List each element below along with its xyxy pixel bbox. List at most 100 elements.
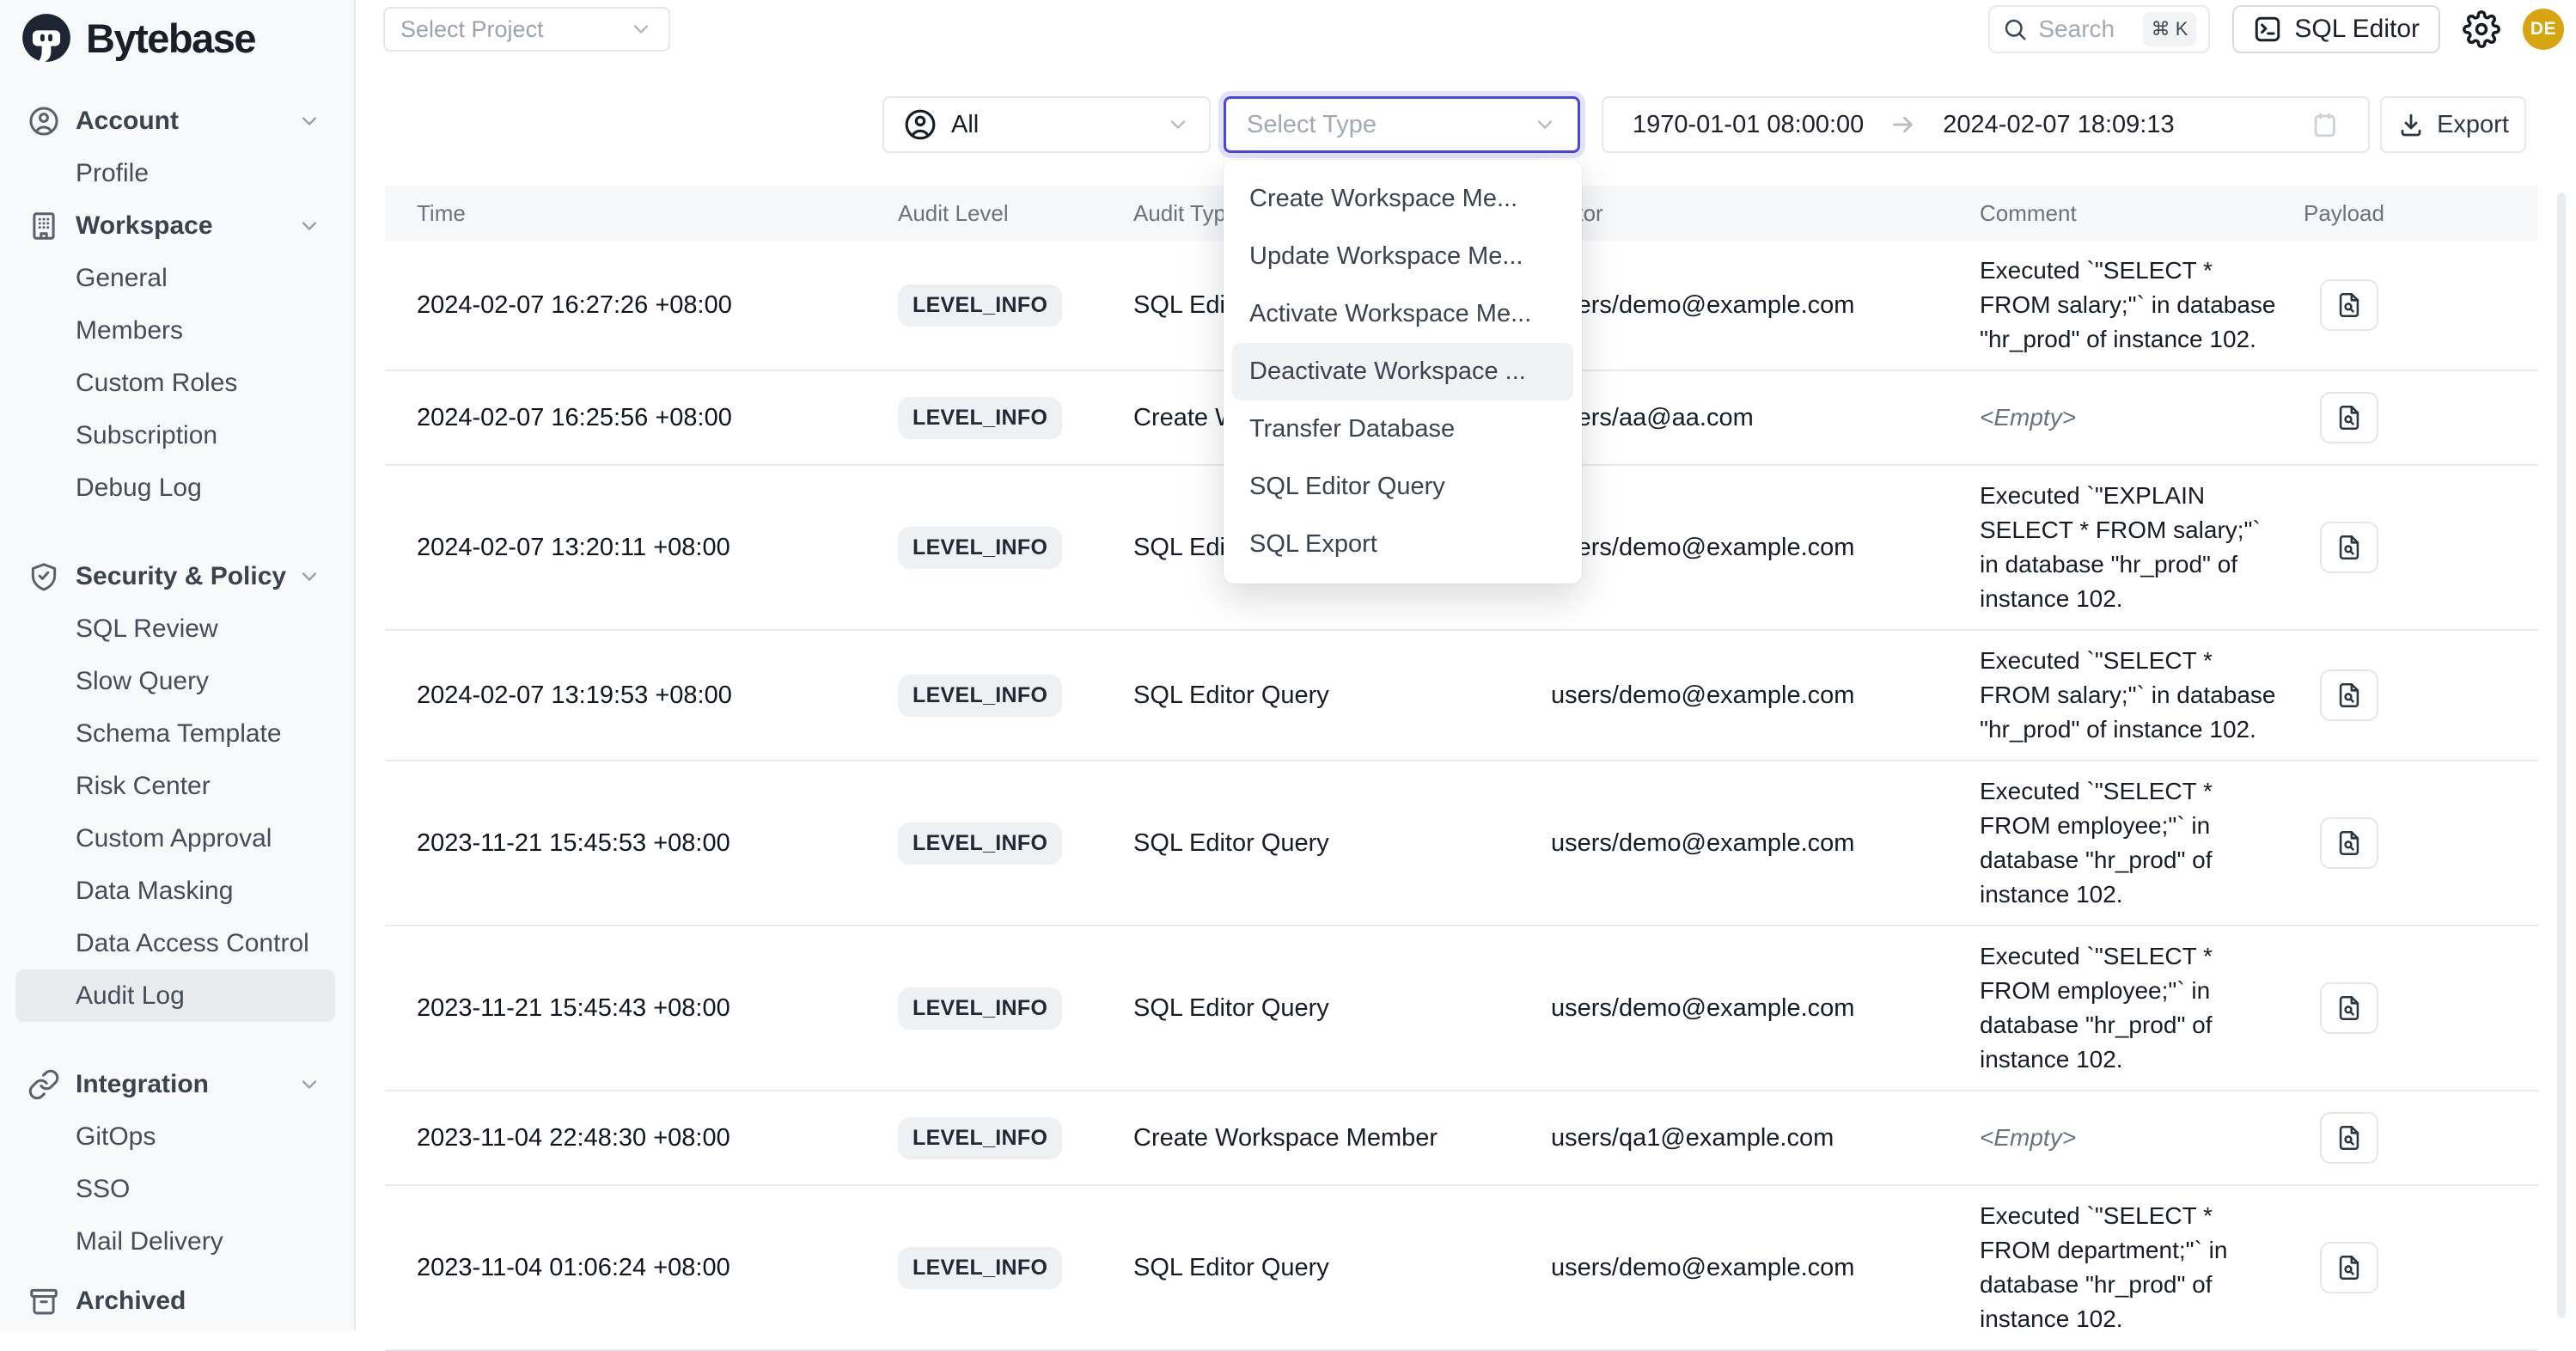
cell-comment: Executed `"SELECT * FROM employee;"` in … — [1980, 939, 2276, 1077]
column-header-actor: Actor — [1551, 200, 1980, 227]
shield-check-icon — [27, 560, 60, 593]
sidebar-item-sso[interactable]: SSO — [15, 1163, 335, 1215]
sidebar-item-label: Schema Template — [76, 719, 282, 749]
user-circle-icon — [27, 105, 60, 138]
cell-time: 2023-11-21 15:45:53 +08:00 — [385, 829, 898, 858]
column-header-comment: Comment — [1980, 200, 2304, 227]
export-label: Export — [2437, 111, 2509, 139]
sidebar-item-label: Mail Delivery — [76, 1227, 223, 1256]
file-search-icon — [2335, 290, 2364, 320]
payload-view-button[interactable] — [2320, 817, 2378, 869]
chevron-down-icon — [1166, 113, 1190, 137]
sidebar-item-archived[interactable]: Archived — [15, 1275, 335, 1327]
type-menu-item-sql-export[interactable]: SQL Export — [1232, 516, 1573, 573]
building-icon — [27, 210, 60, 242]
chevron-down-icon — [297, 565, 321, 589]
payload-view-button[interactable] — [2320, 392, 2378, 443]
audit-level-badge: LEVEL_INFO — [898, 527, 1062, 569]
cell-actor: users/demo@example.com — [1551, 291, 1980, 320]
sidebar-item-slow-query[interactable]: Slow Query — [15, 655, 335, 707]
type-menu-item-transfer-database[interactable]: Transfer Database — [1232, 400, 1573, 458]
sidebar-item-account[interactable]: Account — [15, 95, 335, 147]
file-search-icon — [2335, 993, 2364, 1023]
cell-audit-type: SQL Editor Query — [1133, 829, 1551, 858]
payload-view-button[interactable] — [2320, 669, 2378, 721]
cell-time: 2024-02-07 16:25:56 +08:00 — [385, 404, 898, 432]
cell-audit-type: SQL Editor Query — [1133, 994, 1551, 1023]
type-filter-placeholder: Select Type — [1247, 111, 1377, 139]
type-menu-item-sql-editor-query[interactable]: SQL Editor Query — [1232, 458, 1573, 516]
cell-actor: users/aa@aa.com — [1551, 404, 1980, 432]
sidebar-item-data-access-control[interactable]: Data Access Control — [15, 917, 335, 969]
type-menu-item-activate-workspace-me[interactable]: Activate Workspace Me... — [1232, 285, 1573, 343]
chevron-down-icon — [1533, 113, 1557, 137]
audit-level-badge: LEVEL_INFO — [898, 284, 1062, 327]
actor-filter-select[interactable]: All — [882, 96, 1211, 153]
sidebar-item-label: Workspace — [76, 211, 213, 241]
payload-view-button[interactable] — [2320, 982, 2378, 1034]
sidebar-item-general[interactable]: General — [15, 252, 335, 304]
download-icon — [2397, 111, 2425, 138]
sidebar-item-label: Account — [76, 107, 179, 136]
export-button[interactable]: Export — [2380, 96, 2526, 153]
audit-level-badge: LEVEL_INFO — [898, 987, 1062, 1030]
type-filter-select[interactable]: Select Type — [1224, 96, 1580, 153]
table-row: 2023-11-21 15:45:53 +08:00LEVEL_INFOSQL … — [385, 761, 2538, 926]
type-menu-item-deactivate-workspace[interactable]: Deactivate Workspace ... — [1232, 343, 1573, 400]
sidebar-item-label: General — [76, 264, 168, 293]
sidebar-item-label: Data Access Control — [76, 929, 309, 958]
payload-view-button[interactable] — [2320, 1242, 2378, 1293]
chevron-down-icon — [297, 214, 321, 238]
type-filter-menu: Create Workspace Me...Update Workspace M… — [1224, 160, 1582, 584]
sidebar-item-debug-log[interactable]: Debug Log — [15, 462, 335, 514]
sidebar-item-integration[interactable]: Integration — [15, 1058, 335, 1110]
sidebar-item-label: SQL Review — [76, 614, 218, 644]
cell-comment: Executed `"SELECT * FROM salary;"` in da… — [1980, 644, 2276, 747]
brand-wordmark: Bytebase — [86, 15, 255, 62]
cell-time: 2023-11-04 22:48:30 +08:00 — [385, 1124, 898, 1152]
sidebar-item-risk-center[interactable]: Risk Center — [15, 760, 335, 812]
sidebar-item-sql-review[interactable]: SQL Review — [15, 602, 335, 655]
sidebar-item-subscription[interactable]: Subscription — [15, 409, 335, 462]
sidebar-item-schema-template[interactable]: Schema Template — [15, 707, 335, 760]
sidebar-item-data-masking[interactable]: Data Masking — [15, 865, 335, 917]
table-row: 2023-11-21 15:45:43 +08:00LEVEL_INFOSQL … — [385, 926, 2538, 1091]
sidebar-item-label: Debug Log — [76, 474, 202, 503]
table-row: 2024-02-07 13:19:53 +08:00LEVEL_INFOSQL … — [385, 631, 2538, 761]
sidebar-item-custom-approval[interactable]: Custom Approval — [15, 812, 335, 865]
payload-view-button[interactable] — [2320, 1112, 2378, 1164]
sidebar-item-workspace[interactable]: Workspace — [15, 199, 335, 252]
cell-audit-type: Create Workspace Member — [1133, 1124, 1551, 1152]
sidebar-item-members[interactable]: Members — [15, 304, 335, 357]
cell-comment: <Empty> — [1980, 400, 2276, 435]
cell-comment: <Empty> — [1980, 1121, 2276, 1155]
sidebar-item-mail-delivery[interactable]: Mail Delivery — [15, 1215, 335, 1268]
file-search-icon — [2335, 681, 2364, 710]
chevron-down-icon — [297, 109, 321, 133]
vertical-scrollbar[interactable] — [2557, 193, 2566, 1318]
type-menu-item-create-workspace-me[interactable]: Create Workspace Me... — [1232, 170, 1573, 228]
sidebar-item-security-policy[interactable]: Security & Policy — [15, 550, 335, 602]
sidebar-item-audit-log[interactable]: Audit Log — [15, 969, 335, 1022]
table-row: 2023-11-04 01:06:24 +08:00LEVEL_INFOSQL … — [385, 1186, 2538, 1351]
bytebase-audit-log-page: { "brand": { "name": "Bytebase" }, "topb… — [0, 0, 2576, 1330]
date-range-picker[interactable]: 1970-01-01 08:00:00 2024-02-07 18:09:13 — [1602, 96, 2370, 153]
audit-level-badge: LEVEL_INFO — [898, 1247, 1062, 1289]
sidebar-item-label: Audit Log — [76, 981, 185, 1011]
column-header-time: Time — [385, 200, 898, 227]
sidebar-item-custom-roles[interactable]: Custom Roles — [15, 357, 335, 409]
cell-comment: Executed `"SELECT * FROM department;"` i… — [1980, 1199, 2276, 1336]
payload-view-button[interactable] — [2320, 279, 2378, 331]
sidebar-item-profile[interactable]: Profile — [15, 147, 335, 199]
bytebase-logo-icon — [21, 12, 72, 64]
payload-view-button[interactable] — [2320, 522, 2378, 573]
sidebar-item-gitops[interactable]: GitOps — [15, 1110, 335, 1163]
cell-time: 2024-02-07 13:20:11 +08:00 — [385, 534, 898, 562]
sidebar-item-label: Custom Approval — [76, 824, 272, 853]
brand-logo[interactable]: Bytebase — [0, 0, 354, 69]
sidebar-nav: AccountProfileWorkspaceGeneralMembersCus… — [0, 69, 354, 1327]
sidebar-item-label: Integration — [76, 1070, 209, 1099]
type-menu-item-update-workspace-me[interactable]: Update Workspace Me... — [1232, 228, 1573, 285]
file-search-icon — [2335, 403, 2364, 432]
sidebar-item-label: Subscription — [76, 421, 217, 450]
